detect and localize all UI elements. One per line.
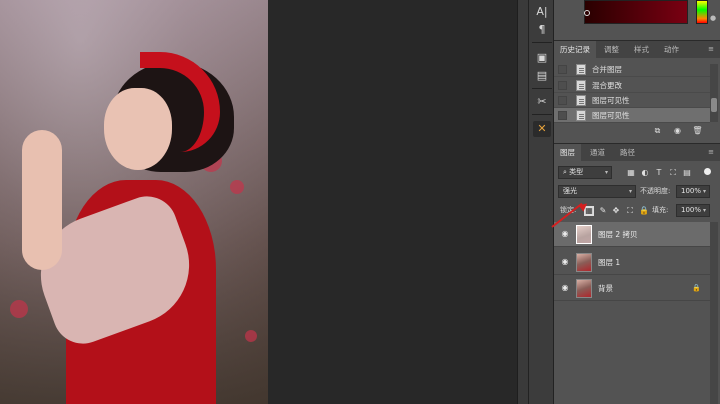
document-icon [576,110,586,121]
pixel-filter-icon[interactable]: ▦ [626,168,636,178]
divider [532,114,552,115]
visibility-eye-icon[interactable]: ◉ [560,284,570,292]
opacity-value: 100% [681,187,702,195]
layer-filter-value: 类型 [569,168,584,176]
fill-label: 填充: [652,206,669,214]
layer-name[interactable]: 背景 [598,276,613,301]
document-icon [576,64,586,75]
blend-mode-select[interactable]: 强光 ▾ [558,185,636,198]
history-item-label: 合并图层 [592,65,622,74]
document-icon [576,95,586,106]
layers-panel-tabs: 图层 通道 路径 ≡ [554,143,720,162]
opacity-label: 不透明度: [640,187,671,195]
history-item-selected[interactable]: 图层可见性 [554,108,710,123]
layer-name[interactable]: 图层 1 [598,250,620,275]
canvas-photo[interactable] [0,0,268,404]
visibility-eye-icon[interactable]: ◉ [560,258,570,266]
layer-name[interactable]: 图层 2 拷贝 [598,222,638,247]
camera-snapshot-icon[interactable]: ◉ [672,126,683,136]
lock-position-icon[interactable]: ✥ [611,206,621,216]
layer-thumbnail [576,253,592,272]
chevron-down-icon: ▾ [702,188,706,195]
history-item[interactable]: 混合更改 [554,78,710,93]
history-item-label: 图层可见性 [592,111,630,120]
character-icon[interactable]: A| [533,4,551,20]
new-document-from-state-icon[interactable]: ⧉ [652,126,663,136]
library-icon[interactable]: ▣ [533,50,551,66]
history-panel-tabs: 历史记录 调整 样式 动作 ≡ [554,40,720,59]
history-snapshot-checkbox[interactable] [558,81,567,90]
tab-channels[interactable]: 通道 [584,144,611,162]
panel-icons-strip: A| ¶ ▣ ▤ ✂ ✕ [528,0,554,404]
paragraph-icon[interactable]: ¶ [533,22,551,38]
history-scrollbar[interactable] [710,64,718,122]
photoshop-window: A| ¶ ▣ ▤ ✂ ✕ ● 历史记录 调整 样式 动作 ≡ 合并图层 混合更改… [0,0,720,404]
warning-icon: ● [709,14,717,22]
filter-toggle[interactable] [704,168,711,175]
tab-history[interactable]: 历史记录 [554,41,596,59]
color-picker-field[interactable] [584,0,688,24]
history-item[interactable]: 合并图层 [554,62,710,77]
layer-row[interactable]: ◉ 图层 2 拷贝 [554,222,710,247]
history-item-label: 图层可见性 [592,96,630,105]
lock-icon: 🔒 [692,284,701,292]
chevron-down-icon: ▾ [604,169,608,176]
tool-presets-icon[interactable]: ✂ [533,94,551,110]
vertical-scrollbar[interactable] [517,0,528,404]
brush-settings-icon[interactable]: ✕ [533,121,551,137]
lock-artboard-icon[interactable]: ⛶ [625,206,635,216]
lock-all-icon[interactable]: 🔒 [639,206,649,216]
trash-icon[interactable]: 🗑 [692,126,703,136]
right-panels: ● 历史记录 调整 样式 动作 ≡ 合并图层 混合更改 图层可见性 图层可见性 … [554,0,720,404]
smart-object-filter-icon[interactable]: ▤ [682,168,692,178]
adjustment-filter-icon[interactable]: ◐ [640,168,650,178]
visibility-eye-icon[interactable]: ◉ [560,230,570,238]
layer-thumbnail [576,279,592,298]
layer-row[interactable]: ◉ 图层 1 [554,250,710,275]
color-cursor-icon[interactable] [584,10,590,16]
layers-scrollbar[interactable] [710,222,718,404]
chevron-down-icon: ▾ [628,188,632,195]
canvas-area [268,0,517,404]
scroll-thumb[interactable] [711,98,717,112]
document-icon [576,80,586,91]
type-filter-icon[interactable]: T [654,168,664,178]
history-item[interactable]: 图层可见性 [554,93,710,108]
blossom [10,300,28,318]
notes-icon[interactable]: ▤ [533,68,551,84]
tab-adjustments[interactable]: 调整 [598,41,625,59]
divider [532,42,552,43]
opacity-input[interactable]: 100% ▾ [676,185,710,198]
panel-menu-icon[interactable]: ≡ [706,45,716,54]
photo-arm [22,130,62,270]
shape-filter-icon[interactable]: ⛶ [668,168,678,178]
divider [532,88,552,89]
history-snapshot-checkbox[interactable] [558,111,567,120]
fill-input[interactable]: 100% ▾ [676,204,710,217]
blossom [245,330,257,342]
fill-value: 100% [681,206,702,214]
panel-menu-icon[interactable]: ≡ [706,148,716,157]
tab-paths[interactable]: 路径 [614,144,641,162]
blend-mode-value: 强光 [563,187,577,195]
chevron-down-icon: ▾ [702,207,706,214]
history-item-label: 混合更改 [592,81,622,90]
tab-styles[interactable]: 样式 [628,41,655,59]
layer-row[interactable]: ◉ 背景 🔒 [554,276,710,301]
tab-actions[interactable]: 动作 [658,41,685,59]
history-snapshot-checkbox[interactable] [558,65,567,74]
blossom [230,180,244,194]
history-snapshot-checkbox[interactable] [558,96,567,105]
hue-slider[interactable] [696,0,708,24]
tab-layers[interactable]: 图层 [554,144,581,162]
layer-filter-select[interactable]: ⌕ 类型 ▾ [558,166,612,179]
lock-image-pixels-icon[interactable]: ✎ [598,206,608,216]
layer-thumbnail [576,225,592,244]
